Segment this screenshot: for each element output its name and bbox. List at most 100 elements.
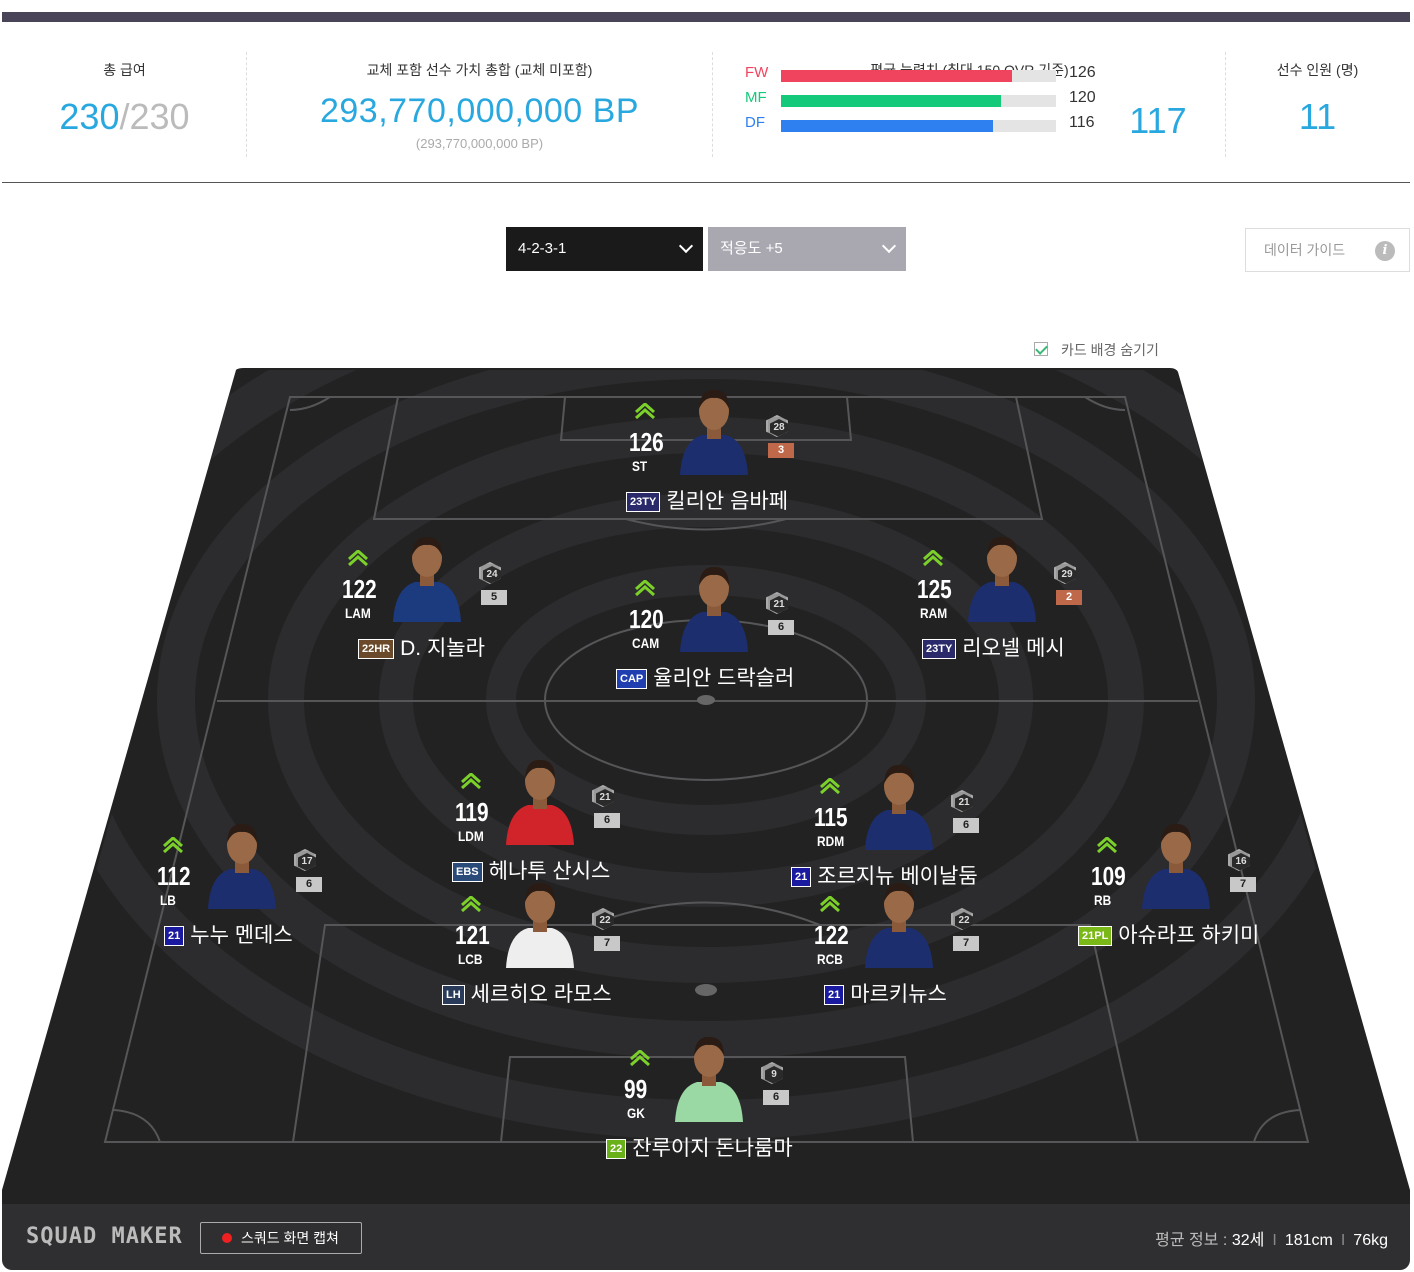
player-photo [680,566,748,652]
player-ovr: 119 [455,797,489,827]
rank-up-chevron-icon [461,896,481,913]
separator: I [1340,1232,1346,1249]
avg-info-label: 평균 정보 : [1155,1232,1228,1249]
penalty-spot [695,984,717,996]
avg-height: 181cm [1284,1232,1333,1249]
capture-button[interactable]: 스쿼드 화면 캡쳐 [200,1222,362,1254]
player-photo [1142,823,1210,909]
squad-maker-logo: SQUAD MAKER [26,1224,183,1249]
season-badge: EBS [452,862,483,882]
player-photo [968,536,1036,622]
player-name-row: 22HR D. 지놀라 [358,632,485,662]
player-position: RAM [920,605,948,621]
player-position: LAM [345,605,371,621]
season-badge: LH [442,985,465,1005]
player-card-rcb[interactable]: 122 RCB 22 7 21 마르키뉴스 [814,882,979,1006]
avg-weight: 76kg [1353,1232,1388,1249]
player-photo [208,823,276,909]
player-card-ldm[interactable]: 119 LDM 21 6 EBS 헤나투 산시스 [452,759,620,883]
season-badge: CAP [616,669,648,689]
rank-up-chevron-icon [923,550,943,567]
player-name: 율리안 드락슬러 [653,667,795,690]
player-enhance-badge: 6 [594,813,620,828]
player-name: 리오넬 메시 [962,637,1065,660]
player-card-lcb[interactable]: 121 LCB 22 7 LH 세르히오 라모스 [442,882,620,1006]
player-photo [393,536,461,622]
season-badge: 23TY [922,639,957,659]
player-name-row: 21 마르키뉴스 [824,978,947,1008]
player-card-gk[interactable]: 99 GK 9 6 22 잔루이지 돈나룸마 [606,1036,793,1160]
season-badge: 21PL [1078,926,1113,946]
player-ovr: 99 [624,1074,648,1104]
player-name-row: 21 누누 멘데스 [164,919,293,949]
player-card-cam[interactable]: 120 CAM 21 6 CAP 율리안 드락슬러 [616,566,794,690]
rank-up-chevron-icon [163,837,183,854]
player-card-rdm[interactable]: 115 RDM 21 6 21 조르지뉴 베이날둠 [791,764,979,888]
player-photo [506,759,574,845]
player-card-ram[interactable]: 125 RAM 29 2 23TY 리오넬 메시 [917,536,1082,660]
player-enhance-badge: 7 [1230,877,1256,892]
player-photo [865,764,933,850]
rank-up-chevron-icon [461,773,481,790]
player-name: 누누 멘데스 [190,924,293,947]
player-ovr: 122 [814,920,849,950]
player-card-lam[interactable]: 122 LAM 24 5 22HR D. 지놀라 [342,536,507,660]
rank-up-chevron-icon [630,1050,650,1067]
player-enhance-badge: 6 [763,1090,789,1105]
player-position: LB [160,892,176,908]
rank-up-chevron-icon [635,580,655,597]
player-enhance-badge: 7 [953,936,979,951]
player-position: LCB [458,951,483,967]
player-enhance-badge: 6 [953,818,979,833]
player-position: RDM [817,833,845,849]
player-name: D. 지놀라 [400,637,485,660]
player-name: 마르키뉴스 [850,983,947,1006]
player-ovr: 120 [629,604,664,634]
rank-up-chevron-icon [348,550,368,567]
player-card-lb[interactable]: 112 LB 17 6 21 누누 멘데스 [157,823,322,947]
rank-up-chevron-icon [635,403,655,420]
capture-label: 스쿼드 화면 캡쳐 [241,1230,339,1246]
player-ovr: 125 [917,574,952,604]
rank-up-chevron-icon [1097,837,1117,854]
player-enhance-badge: 6 [768,620,794,635]
player-enhance-badge: 5 [481,590,507,605]
player-ovr: 115 [814,802,848,832]
player-ovr: 109 [1091,861,1126,891]
player-card-st[interactable]: 126 ST 28 3 23TY 킬리안 음바페 [626,389,794,513]
player-ovr: 126 [629,427,664,457]
player-position: RCB [817,951,843,967]
player-ovr: 122 [342,574,377,604]
player-photo [680,389,748,475]
player-position: CAM [632,635,660,651]
player-photo [675,1036,743,1122]
player-name-row: LH 세르히오 라모스 [442,978,612,1008]
rank-up-chevron-icon [820,896,840,913]
player-ovr: 112 [157,861,191,891]
player-enhance-badge: 7 [594,936,620,951]
player-name-row: CAP 율리안 드락슬러 [616,662,794,692]
player-name-row: 21PL 아슈라프 하키미 [1078,919,1259,949]
player-name: 아슈라프 하키미 [1118,924,1260,947]
average-info: 평균 정보 : 32세 I 181cm I 76kg [1155,1226,1388,1250]
player-position: LDM [458,828,484,844]
separator: I [1272,1232,1277,1249]
player-enhance-badge: 2 [1056,590,1082,605]
player-photo [865,882,933,968]
player-name-row: 23TY 리오넬 메시 [922,632,1065,662]
player-photo [506,882,574,968]
player-name-row: 22 잔루이지 돈나룸마 [606,1132,793,1162]
player-name: 세르히오 라모스 [470,983,612,1006]
season-badge: 21 [791,867,812,887]
player-position: ST [632,458,648,474]
player-name: 잔루이지 돈나룸마 [632,1137,793,1160]
footer-bar: SQUAD MAKER 스쿼드 화면 캡쳐 평균 정보 : 32세 I 181cm I… [2,1204,1410,1270]
season-badge: 21 [164,926,185,946]
rank-up-chevron-icon [820,778,840,795]
player-card-rb[interactable]: 109 RB 16 7 21PL 아슈라프 하키미 [1078,823,1259,947]
record-dot-icon [222,1233,232,1243]
season-badge: 23TY [626,492,661,512]
season-badge: 22 [606,1139,627,1159]
player-position: RB [1094,892,1112,908]
player-enhance-badge: 3 [768,443,794,458]
